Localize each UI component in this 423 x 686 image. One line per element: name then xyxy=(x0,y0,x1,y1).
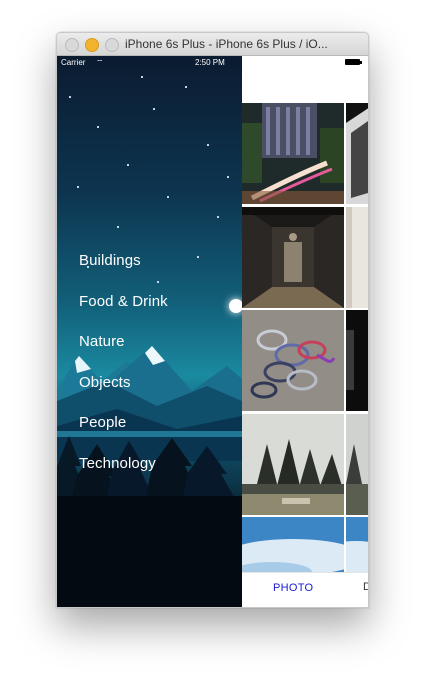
photo-tile-dark-still-life[interactable] xyxy=(346,310,368,411)
photo-tile-dark-architecture[interactable] xyxy=(346,103,368,204)
moon-illustration xyxy=(229,299,242,313)
menu-item-objects[interactable]: Objects xyxy=(79,374,168,415)
window-title: iPhone 6s Plus - iPhone 6s Plus / iO... xyxy=(125,37,328,51)
zoom-window-button[interactable] xyxy=(105,38,119,52)
photo-tile-misty-trees[interactable] xyxy=(346,414,368,515)
wifi-icon: ⌔ xyxy=(96,58,104,67)
tab-photo[interactable]: PHOTO xyxy=(273,582,313,594)
status-bar: Carrier ⌔ 2:50 PM xyxy=(57,56,368,70)
photo-tile-pale-interior[interactable] xyxy=(346,207,368,308)
photo-tile-carabiners[interactable] xyxy=(242,310,344,411)
tab-bar: PHOTO D xyxy=(242,572,368,607)
battery-icon xyxy=(345,59,362,65)
carrier-label: Carrier xyxy=(61,58,86,67)
photo-tile-dark-corridor[interactable] xyxy=(242,207,344,308)
photo-content-panel: PHOTO D xyxy=(242,56,368,607)
category-menu: Buildings Food & Drink Nature Objects Pe… xyxy=(79,252,168,495)
tab-next-partial[interactable]: D xyxy=(363,581,368,593)
menu-item-food-drink[interactable]: Food & Drink xyxy=(79,293,168,334)
menu-item-people[interactable]: People xyxy=(79,414,168,455)
device-screen: Carrier ⌔ 2:50 PM Buildings Food & Drink… xyxy=(57,56,368,607)
side-menu: Buildings Food & Drink Nature Objects Pe… xyxy=(57,56,242,607)
menu-item-technology[interactable]: Technology xyxy=(79,455,168,496)
close-window-button[interactable] xyxy=(65,38,79,52)
minimize-window-button[interactable] xyxy=(85,38,99,52)
status-time: 2:50 PM xyxy=(195,58,225,67)
menu-item-nature[interactable]: Nature xyxy=(79,333,168,374)
simulator-window: iPhone 6s Plus - iPhone 6s Plus / iO... … xyxy=(56,32,369,608)
photo-tile-city-light-trails[interactable] xyxy=(242,103,344,204)
menu-item-buildings[interactable]: Buildings xyxy=(79,252,168,293)
photo-tile-pine-trees-field[interactable] xyxy=(242,414,344,515)
window-titlebar: iPhone 6s Plus - iPhone 6s Plus / iO... xyxy=(57,33,368,56)
